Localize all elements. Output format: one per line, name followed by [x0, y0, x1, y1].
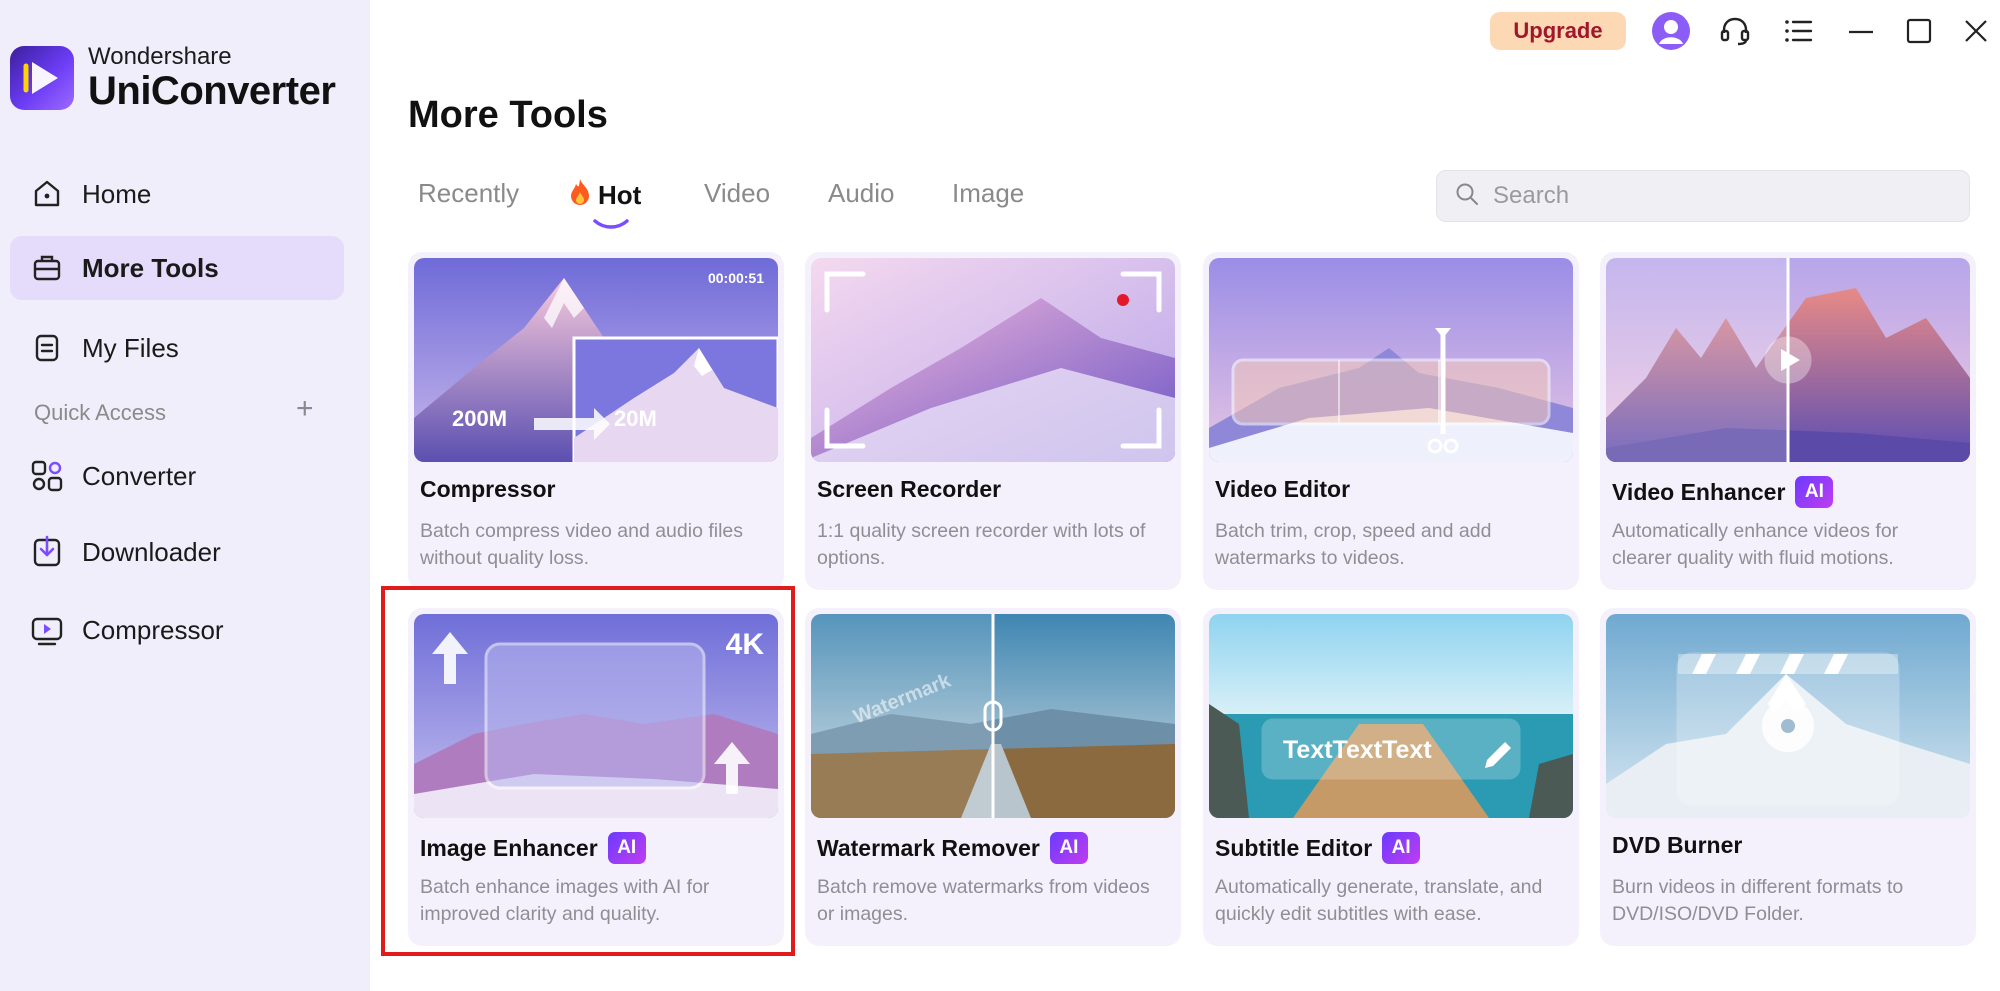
compressor-size-from: 200M: [452, 406, 508, 431]
active-tab-indicator: [592, 216, 630, 229]
brand: Wondershare UniConverter: [10, 43, 336, 113]
toolbox-icon: [30, 251, 64, 285]
card-description: Batch enhance images with AI for improve…: [420, 876, 710, 925]
search-icon: [1455, 182, 1479, 211]
sidebar-item-label: Compressor: [82, 614, 224, 645]
card-description: Burn videos in different formats to DVD/…: [1612, 876, 1904, 925]
subtitle-sample-text: TextTextText: [1283, 736, 1432, 764]
card-description: Batch compress video and audio files wit…: [420, 520, 744, 569]
quick-access-add-button[interactable]: +: [296, 394, 314, 424]
subtitle-editor-thumbnail: TextTextText: [1209, 614, 1573, 818]
sidebar-item-my-files[interactable]: My Files: [10, 316, 344, 380]
ai-badge: AI: [1049, 832, 1088, 864]
sidebar-item-label: Home: [82, 178, 152, 209]
card-description: Batch trim, crop, speed and add watermar…: [1215, 520, 1492, 569]
card-title: Subtitle Editor: [1215, 834, 1373, 861]
sidebar-item-converter[interactable]: Converter: [10, 444, 344, 508]
sidebar-item-label: Converter: [82, 460, 197, 491]
file-icon: [30, 331, 64, 365]
video-enhancer-thumbnail: [1606, 258, 1970, 462]
sidebar-item-label: My Files: [82, 332, 179, 363]
ai-badge: AI: [1795, 476, 1834, 508]
brand-title: UniConverter: [88, 69, 336, 113]
screen-recorder-thumbnail: [811, 258, 1175, 462]
card-description: 1:1 quality screen recorder with lots of…: [817, 520, 1146, 569]
card-description: Automatically enhance videos for clearer…: [1612, 520, 1899, 569]
fire-icon: [568, 178, 592, 213]
page-title: More Tools: [408, 94, 608, 136]
tool-card-subtitle-editor[interactable]: TextTextText Subtitle Editor AI Automati…: [1203, 608, 1579, 946]
card-description: Automatically generate, translate, and q…: [1215, 876, 1543, 925]
card-title: Video Enhancer: [1612, 478, 1786, 505]
card-title: Screen Recorder: [817, 476, 1002, 502]
tool-card-watermark-remover[interactable]: Watermark Watermark Remover AI Batch rem…: [805, 608, 1181, 946]
tool-card-video-enhancer[interactable]: Video Enhancer AI Automatically enhance …: [1600, 252, 1976, 590]
sidebar-item-label: More Tools: [82, 252, 219, 283]
minimize-icon[interactable]: [1840, 10, 1882, 52]
quick-access-title: Quick Access: [34, 400, 167, 425]
dvd-burner-thumbnail: [1606, 614, 1970, 818]
watermark-remover-thumbnail: Watermark: [811, 614, 1175, 818]
tab-video[interactable]: Video: [704, 178, 770, 209]
compressor-thumbnail: 00:00:51 200M 20M: [414, 258, 778, 462]
maximize-icon[interactable]: [1898, 10, 1940, 52]
card-title: Watermark Remover: [817, 834, 1040, 861]
tool-card-image-enhancer[interactable]: 4K Image Enhancer AI Batch enhance image…: [408, 608, 784, 946]
home-icon: [30, 177, 64, 211]
sidebar: Wondershare UniConverter Home More Tools…: [0, 0, 370, 991]
image-enhancer-resolution: 4K: [725, 628, 764, 661]
search-box[interactable]: [1436, 170, 1970, 222]
converter-icon: [30, 459, 64, 493]
compressor-size-to: 20M: [614, 406, 657, 431]
card-description: Batch remove watermarks from videos or i…: [817, 876, 1150, 925]
compressor-icon: [30, 613, 64, 647]
tool-card-video-editor[interactable]: Video Editor Batch trim, crop, speed and…: [1203, 252, 1579, 590]
card-title: Compressor: [420, 476, 556, 502]
sidebar-item-home[interactable]: Home: [10, 162, 344, 226]
app-logo-icon: [10, 46, 74, 110]
card-title: Image Enhancer: [420, 834, 598, 861]
card-title: Video Editor: [1215, 476, 1351, 502]
tab-hot[interactable]: Hot: [568, 178, 641, 213]
downloader-icon: [30, 535, 64, 569]
tool-card-screen-recorder[interactable]: Screen Recorder 1:1 quality screen recor…: [805, 252, 1181, 590]
tab-audio[interactable]: Audio: [828, 178, 895, 209]
search-input[interactable]: [1493, 182, 1953, 210]
ai-badge: AI: [607, 832, 646, 864]
tool-card-compressor[interactable]: 00:00:51 200M 20M Compressor Batch compr…: [408, 252, 784, 590]
tab-label: Hot: [598, 180, 642, 210]
brand-subtitle: Wondershare: [88, 43, 232, 70]
menu-list-icon[interactable]: [1778, 10, 1820, 52]
video-editor-thumbnail: [1209, 258, 1573, 462]
sidebar-item-label: Downloader: [82, 536, 221, 567]
ai-badge: AI: [1382, 832, 1421, 864]
tab-recently[interactable]: Recently: [418, 178, 519, 209]
avatar-icon[interactable]: [1650, 10, 1692, 52]
image-enhancer-thumbnail: 4K: [414, 614, 778, 818]
tool-card-dvd-burner[interactable]: DVD Burner Burn videos in different form…: [1600, 608, 1976, 946]
card-title: DVD Burner: [1612, 832, 1743, 858]
headset-icon[interactable]: [1714, 10, 1756, 52]
close-icon[interactable]: [1955, 10, 1997, 52]
sidebar-item-more-tools[interactable]: More Tools: [10, 236, 344, 300]
sidebar-item-downloader[interactable]: Downloader: [10, 520, 344, 584]
sidebar-item-compressor[interactable]: Compressor: [10, 598, 344, 662]
compressor-duration: 00:00:51: [707, 270, 764, 286]
tab-image[interactable]: Image: [952, 178, 1024, 209]
upgrade-button[interactable]: Upgrade: [1490, 12, 1626, 50]
